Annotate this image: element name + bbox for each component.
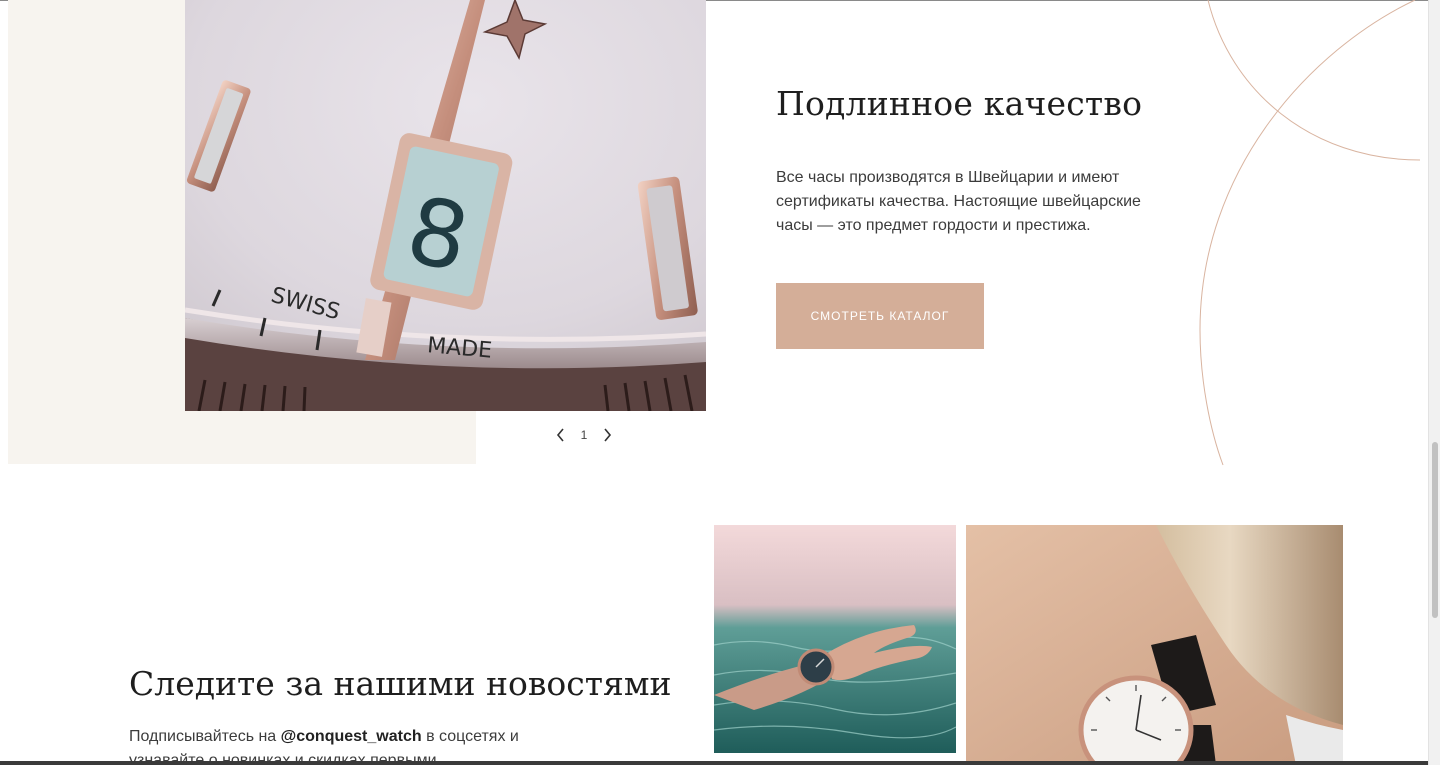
vertical-scrollbar[interactable]	[1428, 0, 1440, 765]
news-description: Подписывайтесь на @conquest_watch в соцс…	[129, 725, 549, 765]
news-text-prefix: Подписывайтесь на	[129, 728, 281, 745]
view-catalog-button[interactable]: СМОТРЕТЬ КАТАЛОГ	[776, 283, 984, 349]
slide-number: 1	[580, 428, 588, 442]
news-title: Следите за нашими новостями	[129, 664, 672, 703]
chevron-left-icon	[556, 428, 564, 442]
next-slide-button[interactable]	[598, 424, 616, 446]
prev-slide-button[interactable]	[552, 424, 570, 446]
quality-title: Подлинное качество	[776, 84, 1143, 123]
quality-description: Все часы производятся в Швейцарии и имею…	[776, 169, 1141, 234]
slider-pager: 1	[552, 424, 616, 446]
watch-closeup-photo: 8 SWISS MADE	[185, 0, 706, 411]
water-hand-photo[interactable]	[714, 525, 956, 753]
bottom-edge	[0, 761, 1428, 765]
page: 8 SWISS MADE 1 Подлинное качество Все ча…	[0, 0, 1440, 765]
chevron-right-icon	[604, 428, 612, 442]
scrollbar-thumb[interactable]	[1432, 442, 1438, 618]
decorative-circles	[1199, 0, 1421, 466]
wrist-watch-photo[interactable]	[966, 525, 1343, 765]
instagram-handle: @conquest_watch	[280, 728, 422, 745]
